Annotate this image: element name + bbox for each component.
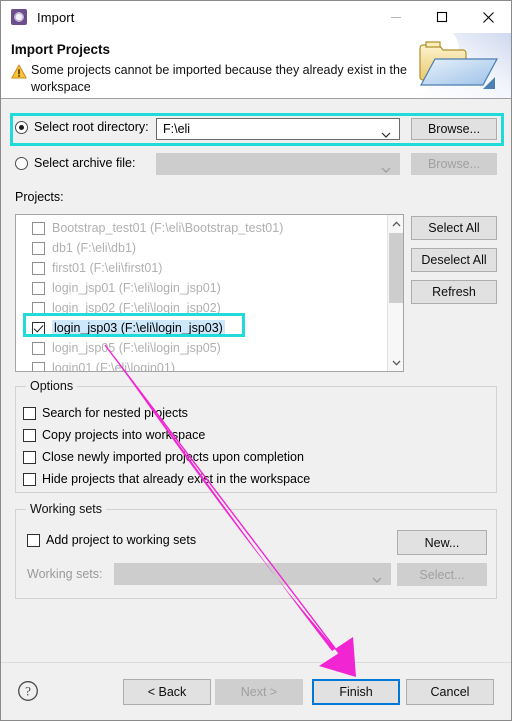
warning-triangle-icon bbox=[11, 64, 27, 79]
list-item[interactable]: db1 (F:\eli\db1) bbox=[16, 238, 388, 258]
new-working-set-button[interactable]: New... bbox=[397, 530, 487, 555]
add-project-label: Add project to working sets bbox=[46, 533, 197, 547]
list-item[interactable]: login01 (F:\eli\login01) bbox=[16, 358, 388, 372]
project-label: login01 (F:\eli\login01) bbox=[52, 361, 175, 372]
project-checkbox[interactable] bbox=[32, 341, 45, 355]
project-checkbox[interactable] bbox=[32, 301, 45, 315]
help-question-icon[interactable]: ? bbox=[17, 680, 39, 702]
window-title: Import bbox=[37, 9, 75, 25]
scrollbar-thumb[interactable] bbox=[389, 233, 403, 303]
project-checkbox[interactable] bbox=[32, 221, 45, 235]
cancel-button[interactable]: Cancel bbox=[406, 679, 494, 705]
option-search-nested[interactable]: Search for nested projects bbox=[23, 406, 188, 420]
option-checkbox[interactable] bbox=[23, 472, 36, 486]
project-checkbox[interactable] bbox=[32, 321, 45, 335]
working-sets-combo bbox=[114, 563, 391, 585]
projects-label: Projects: bbox=[15, 190, 64, 204]
options-legend: Options bbox=[26, 379, 78, 393]
chevron-down-icon bbox=[372, 572, 382, 586]
dialog-header: Import Projects Some projects cannot be … bbox=[1, 33, 511, 99]
working-sets-label: Working sets: bbox=[27, 567, 103, 581]
project-label: first01 (F:\eli\first01) bbox=[52, 261, 163, 275]
root-directory-value: F:\eli bbox=[163, 122, 191, 136]
select-archive-file-radio[interactable]: Select archive file: bbox=[15, 156, 135, 170]
list-item[interactable]: login_jsp01 (F:\eli\login_jsp01) bbox=[16, 278, 388, 298]
folder-import-icon bbox=[413, 33, 511, 98]
projects-list-scrollbar[interactable] bbox=[387, 215, 403, 371]
project-label: login_jsp03 (F:\eli\login_jsp03) bbox=[52, 320, 225, 336]
refresh-button[interactable]: Refresh bbox=[411, 280, 497, 304]
working-sets-checkbox[interactable] bbox=[27, 533, 40, 547]
option-label: Hide projects that already exist in the … bbox=[42, 472, 311, 486]
project-checkbox[interactable] bbox=[32, 281, 45, 295]
eclipse-import-icon bbox=[11, 9, 27, 25]
list-item-selected[interactable]: login_jsp03 (F:\eli\login_jsp03) bbox=[16, 318, 388, 338]
chevron-down-icon bbox=[381, 127, 391, 141]
list-item[interactable]: Bootstrap_test01 (F:\eli\Bootstrap_test0… bbox=[16, 218, 388, 238]
option-checkbox[interactable] bbox=[23, 406, 36, 420]
add-project-to-working-sets-checkbox[interactable]: Add project to working sets bbox=[27, 533, 196, 547]
window-controls bbox=[373, 1, 511, 33]
projects-list-rows: Bootstrap_test01 (F:\eli\Bootstrap_test0… bbox=[16, 218, 388, 372]
root-directory-combo[interactable]: F:\eli bbox=[156, 118, 400, 140]
option-copy-into-workspace[interactable]: Copy projects into workspace bbox=[23, 428, 205, 442]
back-button[interactable]: < Back bbox=[123, 679, 211, 705]
option-close-newly-imported[interactable]: Close newly imported projects upon compl… bbox=[23, 450, 304, 464]
page-title: Import Projects bbox=[11, 42, 111, 57]
archive-file-radio-mark bbox=[15, 156, 28, 170]
option-checkbox[interactable] bbox=[23, 450, 36, 464]
project-label: Bootstrap_test01 (F:\eli\Bootstrap_test0… bbox=[52, 221, 284, 235]
list-item[interactable]: first01 (F:\eli\first01) bbox=[16, 258, 388, 278]
deselect-all-button[interactable]: Deselect All bbox=[411, 248, 497, 272]
project-label: login_jsp05 (F:\eli\login_jsp05) bbox=[52, 341, 221, 355]
list-item[interactable]: login_jsp02 (F:\eli\login_jsp02) bbox=[16, 298, 388, 318]
scroll-up-arrow-icon[interactable] bbox=[388, 215, 403, 232]
project-label: login_jsp02 (F:\eli\login_jsp02) bbox=[52, 301, 221, 315]
project-label: login_jsp01 (F:\eli\login_jsp01) bbox=[52, 281, 221, 295]
title-bar: Import bbox=[1, 1, 511, 33]
root-directory-browse-button[interactable]: Browse... bbox=[411, 118, 497, 140]
svg-text:?: ? bbox=[25, 684, 31, 699]
chevron-down-icon bbox=[381, 162, 391, 176]
option-label: Close newly imported projects upon compl… bbox=[42, 450, 304, 464]
option-hide-existing[interactable]: Hide projects that already exist in the … bbox=[23, 472, 310, 486]
maximize-icon[interactable] bbox=[419, 1, 465, 33]
scroll-down-arrow-icon[interactable] bbox=[388, 354, 403, 371]
close-icon[interactable] bbox=[465, 1, 511, 33]
working-sets-legend: Working sets bbox=[26, 502, 107, 516]
archive-file-browse-button: Browse... bbox=[411, 153, 497, 175]
option-label: Search for nested projects bbox=[42, 406, 188, 420]
select-archive-file-label: Select archive file: bbox=[34, 156, 136, 170]
project-label: db1 (F:\eli\db1) bbox=[52, 241, 137, 255]
next-button: Next > bbox=[215, 679, 303, 705]
option-label: Copy projects into workspace bbox=[42, 428, 206, 442]
project-checkbox[interactable] bbox=[32, 261, 45, 275]
select-working-set-button: Select... bbox=[397, 563, 487, 586]
project-checkbox[interactable] bbox=[32, 361, 45, 371]
list-item[interactable]: login_jsp05 (F:\eli\login_jsp05) bbox=[16, 338, 388, 358]
root-directory-radio-mark bbox=[15, 120, 28, 134]
option-checkbox[interactable] bbox=[23, 428, 36, 442]
dialog-footer: ? < Back Next > Finish Cancel bbox=[1, 662, 511, 720]
select-all-button[interactable]: Select All bbox=[411, 216, 497, 240]
header-message: Some projects cannot be imported because… bbox=[31, 63, 407, 94]
projects-list[interactable]: Bootstrap_test01 (F:\eli\Bootstrap_test0… bbox=[15, 214, 404, 372]
select-root-directory-label: Select root directory: bbox=[34, 120, 149, 134]
finish-button[interactable]: Finish bbox=[312, 679, 400, 705]
project-checkbox[interactable] bbox=[32, 241, 45, 255]
archive-file-combo bbox=[156, 153, 400, 175]
select-root-directory-radio[interactable]: Select root directory: bbox=[15, 120, 149, 134]
import-dialog: Import Import Projects Some projects can… bbox=[0, 0, 512, 721]
minimize-icon[interactable] bbox=[373, 1, 419, 33]
